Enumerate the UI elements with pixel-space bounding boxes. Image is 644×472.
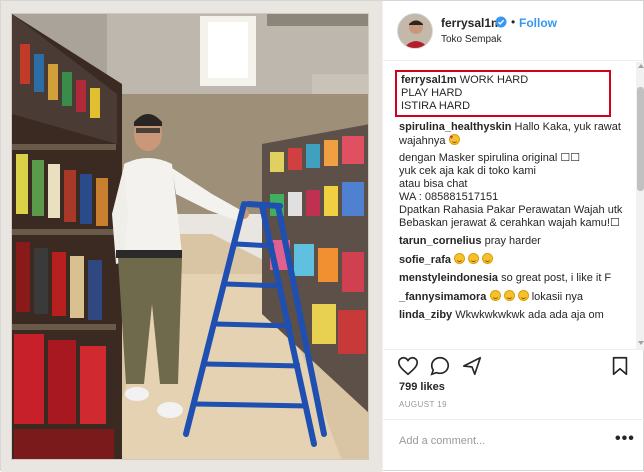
- laughing-emoji-icon: [489, 290, 501, 301]
- comment-text: pray harder: [484, 235, 541, 247]
- post-date: AUGUST 19: [399, 400, 447, 409]
- comment-username[interactable]: sofie_rafa: [399, 254, 451, 266]
- verified-badge-icon: [495, 16, 507, 28]
- comment-username[interactable]: tarun_cornelius: [399, 235, 482, 247]
- caption-username[interactable]: ferrysal1m: [401, 74, 457, 86]
- comment-username[interactable]: menstyleindonesia: [399, 272, 498, 284]
- laughing-emoji-icon: [468, 253, 480, 264]
- comment-item: tarun_cornelius pray harder: [399, 235, 626, 248]
- avatar-image: [398, 14, 432, 48]
- comment-item: menstyleindonesia so great post, i like …: [399, 272, 626, 285]
- comment-text: WA : 085881517151: [399, 191, 499, 203]
- post-sidebar: ferrysal1m • Follow Toko Sempak ferrysal…: [382, 1, 644, 472]
- comment-username[interactable]: spirulina_healthyskin: [399, 121, 511, 133]
- comment-item: spirulina_healthyskin Hallo Kaka, yuk ra…: [399, 121, 626, 230]
- share-icon[interactable]: [461, 355, 483, 377]
- avatar[interactable]: [397, 13, 433, 49]
- action-bar: [383, 349, 644, 379]
- follow-button[interactable]: Follow: [519, 16, 557, 30]
- comment-text: Dpatkan Rahasia Pakar Perawatan Wajah ut…: [399, 204, 623, 229]
- instagram-post-frame: ferrysal1m • Follow Toko Sempak ferrysal…: [0, 0, 644, 472]
- comment-username[interactable]: linda_ziby: [399, 309, 452, 321]
- comment-item: sofie_rafa: [399, 253, 626, 267]
- comment-text: dengan Masker spirulina original ☐☐: [399, 152, 581, 164]
- bookmark-icon[interactable]: [609, 355, 631, 377]
- add-comment-input[interactable]: [399, 432, 609, 450]
- post-header: ferrysal1m • Follow Toko Sempak: [383, 1, 644, 61]
- photo-illustration: [12, 14, 368, 459]
- comment-icon[interactable]: [429, 355, 451, 377]
- comment-username[interactable]: _fannysimamora: [399, 291, 486, 303]
- comment-text: Wkwkwkwkwk ada ada aja om: [455, 309, 604, 321]
- photo-panel: [1, 1, 382, 472]
- comment-item: _fannysimamora lokasii nya: [399, 290, 626, 304]
- comment-text: lokasii nya: [531, 291, 584, 303]
- laughing-emoji-icon: [503, 290, 515, 301]
- comment-item: linda_ziby Wkwkwkwkwk ada ada aja om: [399, 309, 626, 322]
- comment-text: so great post, i like it F: [501, 272, 612, 284]
- heart-eyes-emoji-icon: [448, 132, 460, 145]
- separator-dot: •: [511, 15, 516, 29]
- likes-count[interactable]: 799 likes: [399, 381, 445, 393]
- laughing-emoji-icon: [482, 253, 494, 264]
- scroll-down-arrow-icon[interactable]: [638, 341, 644, 345]
- caption-highlight: ferrysal1m WORK HARD PLAY HARD ISTIRA HA…: [395, 70, 611, 117]
- scroll-up-arrow-icon[interactable]: [638, 64, 644, 68]
- location-link[interactable]: Toko Sempak: [441, 34, 502, 45]
- laughing-emoji-icon: [454, 253, 466, 264]
- comment-text: yuk cek aja kak di toko kami: [399, 165, 536, 177]
- add-comment-section: •••: [383, 419, 644, 472]
- caption-line: ferrysal1m WORK HARD: [401, 74, 605, 87]
- laughing-emoji-icon: [517, 290, 529, 301]
- caption-line: ISTIRA HARD: [401, 100, 471, 112]
- comment-text: atau bisa chat: [399, 178, 468, 190]
- heart-icon[interactable]: [397, 355, 419, 377]
- caption-line: PLAY HARD: [401, 87, 463, 99]
- header-username[interactable]: ferrysal1m: [441, 16, 502, 30]
- comments-list: ferrysal1m WORK HARD PLAY HARD ISTIRA HA…: [383, 62, 638, 349]
- scrollbar-thumb[interactable]: [637, 87, 644, 191]
- more-options-icon[interactable]: •••: [615, 430, 635, 448]
- post-photo[interactable]: [11, 13, 369, 460]
- caption-text: WORK HARD: [459, 74, 529, 86]
